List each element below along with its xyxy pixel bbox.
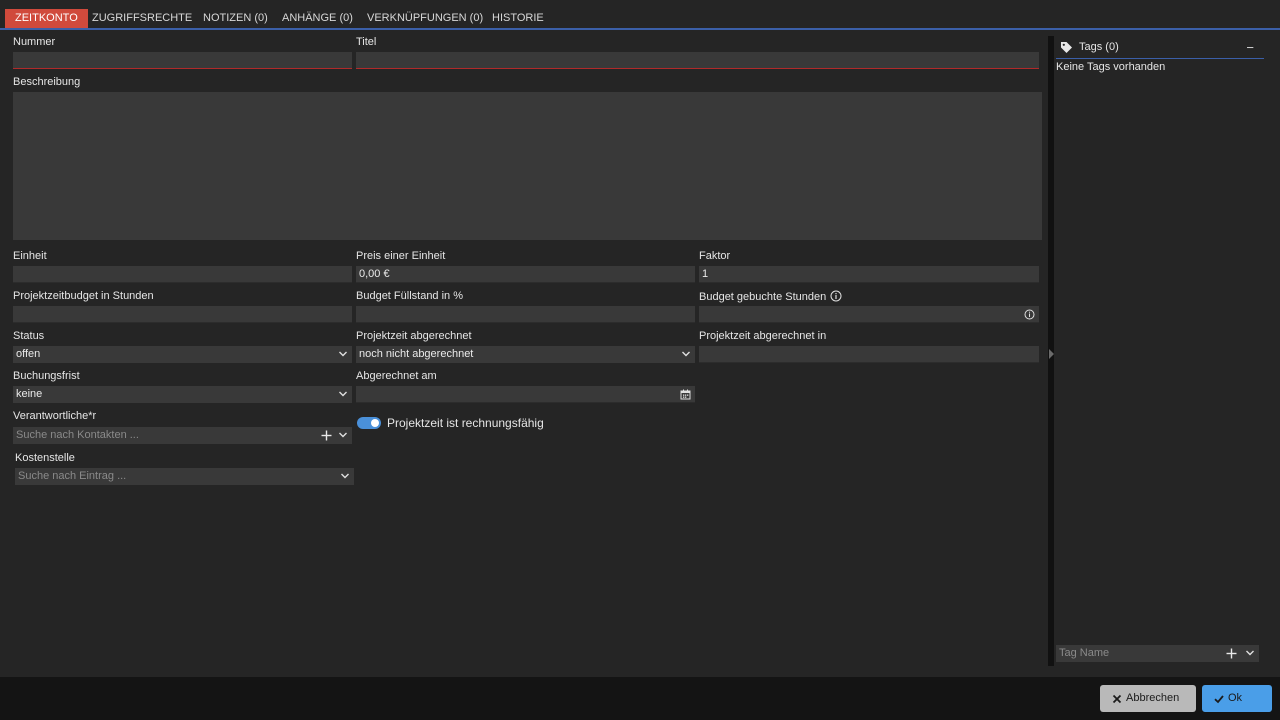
beschreibung-label: Beschreibung bbox=[13, 76, 81, 88]
abgerechnet-in-input[interactable] bbox=[699, 346, 1039, 363]
rechnungsfaehig-toggle[interactable] bbox=[357, 417, 381, 429]
tab-zugriffsrechte[interactable]: ZUGRIFFSRECHTE bbox=[82, 9, 202, 28]
tab-verknuepfungen[interactable]: VERKNÜPFUNGEN (0) bbox=[357, 9, 493, 28]
chevron-down-icon bbox=[339, 391, 347, 397]
status-select[interactable]: offen bbox=[13, 346, 352, 363]
titel-input[interactable] bbox=[356, 52, 1039, 69]
budget-fuellstand-label: Budget Füllstand in % bbox=[356, 290, 464, 302]
tab-anhaenge[interactable]: ANHÄNGE (0) bbox=[272, 9, 363, 28]
check-icon bbox=[1214, 695, 1224, 704]
plus-icon[interactable] bbox=[321, 430, 332, 441]
kostenstelle-combo[interactable]: Suche nach Eintrag ... bbox=[15, 468, 354, 485]
calendar-icon[interactable] bbox=[680, 389, 691, 400]
ok-label: Ok bbox=[1228, 692, 1243, 704]
toggle-knob bbox=[371, 419, 379, 427]
einheit-label: Einheit bbox=[13, 250, 47, 262]
panel-splitter[interactable] bbox=[1048, 36, 1054, 666]
budget-fuellstand-input[interactable] bbox=[356, 306, 695, 323]
collapse-button[interactable]: − bbox=[1246, 40, 1254, 55]
budget-stunden-input[interactable] bbox=[13, 306, 352, 323]
abgerechnet-select[interactable]: noch nicht abgerechnet bbox=[356, 346, 695, 363]
faktor-input[interactable] bbox=[699, 266, 1039, 283]
abgerechnet-am-field[interactable] bbox=[356, 386, 695, 403]
tab-bar: ZEITKONTO ZUGRIFFSRECHTE NOTIZEN (0) ANH… bbox=[0, 0, 1280, 30]
verantwortliche-placeholder: Suche nach Kontakten ... bbox=[16, 429, 139, 441]
info-icon[interactable] bbox=[830, 290, 842, 302]
einheit-input[interactable] bbox=[13, 266, 352, 283]
nummer-input[interactable] bbox=[13, 52, 352, 69]
beschreibung-textarea[interactable] bbox=[13, 92, 1042, 240]
tag-name-placeholder: Tag Name bbox=[1059, 647, 1110, 659]
tags-empty-text: Keine Tags vorhanden bbox=[1056, 61, 1166, 73]
tab-zeitkonto[interactable]: ZEITKONTO bbox=[5, 9, 88, 28]
tag-name-combo[interactable]: Tag Name bbox=[1056, 645, 1259, 662]
status-label: Status bbox=[13, 330, 45, 342]
dialog-footer bbox=[0, 677, 1280, 720]
preis-input[interactable] bbox=[356, 266, 695, 283]
cancel-button[interactable]: Abbrechen bbox=[1100, 685, 1196, 712]
cancel-label: Abbrechen bbox=[1126, 692, 1180, 704]
abgerechnet-in-label: Projektzeit abgerechnet in bbox=[699, 330, 827, 342]
chevron-down-icon[interactable] bbox=[338, 430, 348, 440]
verantwortliche-combo[interactable]: Suche nach Kontakten ... bbox=[13, 427, 352, 444]
status-value: offen bbox=[16, 348, 41, 360]
tab-historie[interactable]: HISTORIE bbox=[482, 9, 554, 28]
nummer-label: Nummer bbox=[13, 36, 56, 48]
rechnungsfaehig-label: Projektzeit ist rechnungsfähig bbox=[387, 416, 544, 430]
chevron-down-icon[interactable] bbox=[340, 471, 350, 481]
abgerechnet-label: Projektzeit abgerechnet bbox=[356, 330, 472, 342]
titel-label: Titel bbox=[356, 36, 377, 48]
faktor-label: Faktor bbox=[699, 250, 731, 262]
chevron-down-icon[interactable] bbox=[1245, 648, 1255, 658]
abgerechnet-am-label: Abgerechnet am bbox=[356, 370, 437, 382]
tag-icon bbox=[1061, 42, 1072, 53]
budget-gebucht-label: Budget gebuchte Stunden bbox=[699, 291, 827, 303]
budget-gebucht-field[interactable] bbox=[699, 306, 1039, 323]
tab-notizen[interactable]: NOTIZEN (0) bbox=[193, 9, 278, 28]
chevron-down-icon bbox=[682, 351, 690, 357]
buchungsfrist-label: Buchungsfrist bbox=[13, 370, 80, 382]
buchungsfrist-value: keine bbox=[16, 388, 43, 400]
close-icon bbox=[1112, 694, 1122, 704]
buchungsfrist-select[interactable]: keine bbox=[13, 386, 352, 403]
kostenstelle-label: Kostenstelle bbox=[15, 452, 75, 464]
tags-panel-header: Tags (0) − bbox=[1056, 38, 1264, 59]
kostenstelle-placeholder: Suche nach Eintrag ... bbox=[18, 470, 127, 482]
chevron-down-icon bbox=[339, 351, 347, 357]
splitter-grip-icon[interactable] bbox=[1049, 349, 1054, 359]
plus-icon[interactable] bbox=[1226, 648, 1237, 659]
budget-stunden-label: Projektzeitbudget in Stunden bbox=[13, 290, 154, 302]
ok-button[interactable]: Ok bbox=[1202, 685, 1272, 712]
verantwortliche-label: Verantwortliche*r bbox=[13, 410, 97, 422]
info-icon bbox=[1024, 309, 1035, 320]
budget-gebucht-label-wrap: Budget gebuchte Stunden bbox=[699, 290, 842, 303]
preis-label: Preis einer Einheit bbox=[356, 250, 446, 262]
abgerechnet-value: noch nicht abgerechnet bbox=[359, 348, 474, 360]
tags-title: Tags (0) bbox=[1079, 41, 1119, 53]
